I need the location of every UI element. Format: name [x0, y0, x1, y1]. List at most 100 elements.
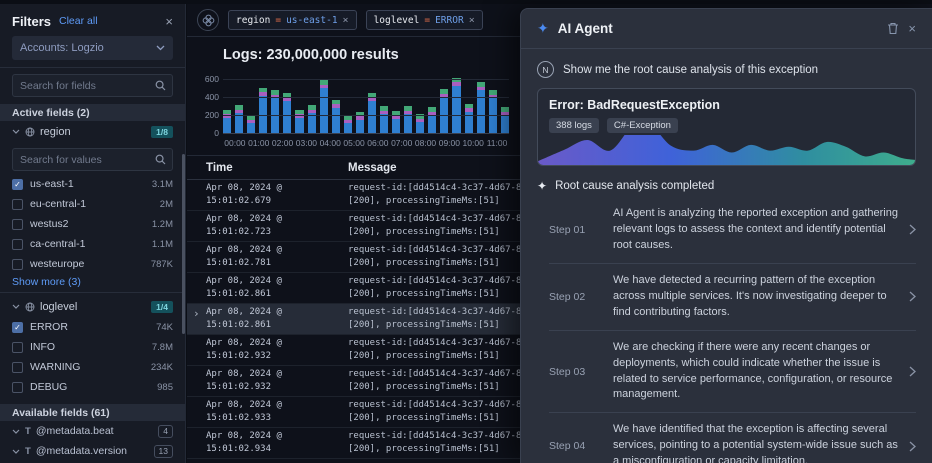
bar-segment-blue — [428, 115, 437, 133]
histogram-bar[interactable] — [367, 92, 377, 133]
search-values-box[interactable] — [12, 148, 173, 171]
value-checkbox[interactable] — [12, 381, 23, 393]
histogram-bar[interactable] — [283, 92, 292, 133]
chevron-right-icon[interactable] — [909, 366, 916, 377]
clear-all-link[interactable]: Clear all — [59, 15, 98, 27]
value-label: DEBUG — [30, 381, 68, 393]
chip-field: region — [236, 14, 271, 26]
remove-chip-icon[interactable]: × — [469, 15, 475, 26]
histogram-bar[interactable] — [247, 115, 256, 133]
column-header-time[interactable]: Time — [206, 162, 348, 174]
histogram-bar[interactable] — [416, 114, 425, 133]
selected-count-badge: 1/8 — [151, 125, 173, 138]
accounts-label: Accounts: Logzio — [20, 42, 104, 54]
histogram-bar[interactable] — [500, 107, 509, 133]
analysis-step[interactable]: Step 03 We are checking if there were any… — [549, 331, 916, 414]
value-checkbox[interactable] — [12, 258, 23, 270]
histogram-bar[interactable] — [404, 106, 413, 133]
histogram-bar[interactable] — [428, 107, 437, 133]
search-fields-box[interactable] — [12, 74, 173, 97]
step-label: Step 04 — [549, 440, 586, 453]
chip-value: us-east-1 — [286, 14, 338, 26]
active-fields-header: Active fields (2) — [0, 104, 185, 121]
show-more-link[interactable]: Show more (3) — [12, 276, 173, 288]
value-checkbox[interactable] — [12, 341, 23, 353]
y-axis-tick: 400 — [204, 92, 219, 103]
value-checkbox[interactable] — [12, 238, 23, 250]
histogram-bar[interactable] — [319, 80, 328, 133]
bar-segment-blue — [283, 100, 292, 133]
bar-segment-blue — [404, 114, 413, 133]
value-label: westeurope — [30, 258, 85, 270]
bar-segment-blue — [380, 114, 389, 133]
histogram-bar[interactable] — [392, 110, 401, 133]
available-field-row[interactable]: T @metadata.version 13 — [12, 441, 173, 461]
knot-icon — [202, 14, 215, 27]
histogram-bar[interactable] — [440, 89, 449, 133]
error-card[interactable]: Error: BadRequestException 388 logs C#-Ex… — [537, 88, 916, 166]
cell-time: Apr 08, 2024 @ 15:01:02.861 — [206, 276, 282, 299]
value-checkbox[interactable] — [12, 218, 23, 230]
value-count: 985 — [157, 381, 173, 393]
filter-value-row: ✓ us-east-1 3.1M — [12, 174, 173, 194]
value-label: ca-central-1 — [30, 238, 86, 250]
available-field-row[interactable]: T @metadata.beat 4 — [12, 421, 173, 441]
chevron-down-icon — [12, 449, 20, 454]
filter-chip[interactable]: region = us-east-1 × — [228, 10, 357, 30]
close-panel-icon[interactable]: × — [908, 22, 916, 35]
field-type-icon: T — [25, 445, 31, 457]
histogram-bar[interactable] — [235, 105, 244, 133]
search-values-input[interactable] — [20, 153, 155, 166]
filter-chip[interactable]: loglevel = ERROR × — [365, 10, 483, 30]
remove-chip-icon[interactable]: × — [343, 15, 349, 26]
analysis-step[interactable]: Step 01 AI Agent is analyzing the reporte… — [549, 197, 916, 264]
histogram-bar[interactable] — [307, 105, 316, 133]
chevron-right-icon[interactable] — [909, 291, 916, 302]
filter-value-row: eu-central-1 2M — [12, 194, 173, 214]
histogram-bar[interactable] — [259, 87, 268, 133]
value-count: 234K — [150, 361, 173, 373]
accounts-dropdown[interactable]: Accounts: Logzio — [12, 36, 173, 60]
filter-value-row: ✓ ERROR 74K — [12, 317, 173, 337]
histogram-bar[interactable] — [343, 115, 352, 133]
chevron-right-icon[interactable] — [909, 224, 916, 235]
bar-segment-blue — [223, 117, 232, 133]
field-group-region[interactable]: region 1/8 — [12, 121, 173, 142]
analysis-step[interactable]: Step 02 We have detected a recurring patt… — [549, 264, 916, 331]
histogram-bar[interactable] — [452, 77, 461, 133]
step-text: We are checking if there were any recent… — [613, 340, 893, 401]
bar-segment-blue — [416, 122, 425, 133]
bar-segment-blue — [355, 119, 364, 133]
close-icon[interactable]: × — [165, 15, 173, 28]
knot-icon-button[interactable] — [197, 9, 219, 31]
histogram-bar[interactable] — [223, 109, 232, 133]
histogram-bar[interactable] — [380, 106, 389, 133]
trash-icon[interactable] — [887, 22, 899, 35]
analysis-step[interactable]: Step 04 We have identified that the excep… — [549, 413, 916, 463]
search-icon — [155, 80, 166, 91]
histogram-bar[interactable] — [476, 82, 485, 133]
step-text: We have identified that the exception is… — [613, 423, 898, 463]
value-count: 3.1M — [151, 178, 173, 190]
expand-row-icon[interactable]: › — [193, 307, 200, 320]
field-group-loglevel[interactable]: loglevel 1/4 — [12, 296, 173, 317]
bar-segment-blue — [343, 123, 352, 133]
value-label: WARNING — [30, 361, 81, 373]
filters-sidebar: Filters Clear all × Accounts: Logzio Act… — [0, 4, 186, 463]
chevron-right-icon[interactable] — [909, 441, 916, 452]
bar-segment-blue — [331, 108, 340, 133]
value-count: 1.2M — [151, 218, 173, 230]
histogram-bar[interactable] — [464, 103, 473, 133]
search-fields-input[interactable] — [20, 79, 155, 92]
bar-segment-blue — [500, 115, 509, 133]
sidebar-scrollbar[interactable] — [182, 154, 185, 334]
chevron-down-icon — [12, 429, 20, 434]
value-checkbox[interactable] — [12, 361, 23, 373]
histogram-bar[interactable] — [331, 100, 340, 133]
user-avatar: N — [537, 61, 554, 78]
histogram-bar[interactable] — [295, 109, 304, 133]
value-checkbox[interactable]: ✓ — [12, 321, 23, 333]
value-checkbox[interactable] — [12, 198, 23, 210]
value-label: eu-central-1 — [30, 198, 87, 210]
value-checkbox[interactable]: ✓ — [12, 178, 23, 190]
